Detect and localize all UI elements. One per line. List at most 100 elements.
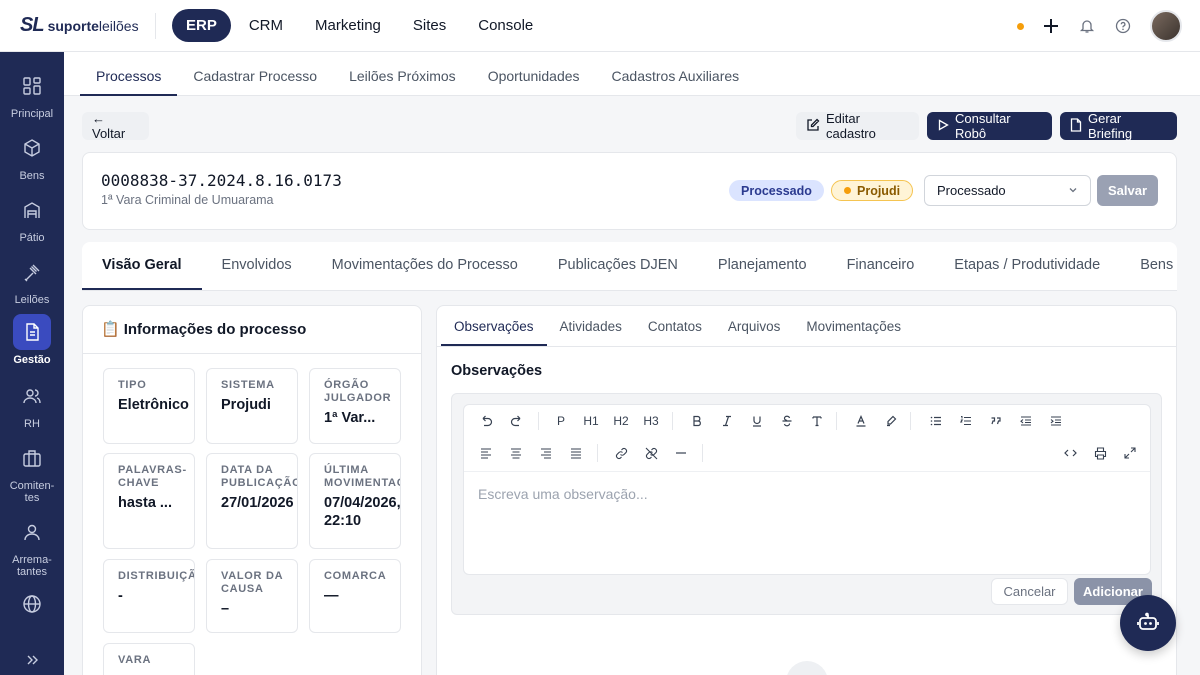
indent-icon[interactable] <box>1043 409 1069 433</box>
subnav-leiloes-proximos[interactable]: Leilões Próximos <box>333 52 472 96</box>
field-value: - <box>118 588 123 604</box>
briefing-button[interactable]: Gerar Briefing <box>1060 111 1177 141</box>
divider <box>83 353 421 354</box>
cancel-button[interactable]: Cancelar <box>991 578 1068 605</box>
tab-movimentacoes[interactable]: Movimentações <box>793 306 914 346</box>
brand-mark: SL <box>20 14 45 36</box>
sidebar-item-bens[interactable]: Bens <box>0 130 64 182</box>
sidebar-item-label: RH <box>24 418 40 430</box>
tab-planejamento[interactable]: Planejamento <box>698 242 827 290</box>
sidebar-item-label: Gestão <box>13 354 51 366</box>
field-label: VALOR DA CAUSA <box>221 570 284 595</box>
tab-publicacoes-djen[interactable]: Publicações DJEN <box>538 242 698 290</box>
tab-financeiro[interactable]: Financeiro <box>827 242 935 290</box>
tab-observacoes[interactable]: Observações <box>441 306 547 346</box>
align-right-icon[interactable] <box>533 441 559 465</box>
topnav-crm[interactable]: CRM <box>235 9 297 42</box>
underline-icon[interactable] <box>744 409 770 433</box>
subnav-cadastrar-processo[interactable]: Cadastrar Processo <box>177 52 333 96</box>
topnav-sites[interactable]: Sites <box>399 9 460 42</box>
heading2-button[interactable]: H2 <box>608 409 634 433</box>
sidebar-item-sites[interactable] <box>0 586 64 626</box>
tab-visao-geral[interactable]: Visão Geral <box>82 242 202 290</box>
status-select[interactable]: Processado <box>924 175 1091 206</box>
quote-icon[interactable] <box>983 409 1009 433</box>
sidebar-item-leiloes[interactable]: Leilões <box>0 254 64 306</box>
chevron-down-icon <box>1068 183 1078 198</box>
sidebar-item-rh[interactable]: RH <box>0 378 64 430</box>
bell-icon[interactable] <box>1078 17 1096 35</box>
brand-logo[interactable]: SL suporteleilões <box>20 14 155 37</box>
avatar[interactable] <box>1150 10 1182 42</box>
warehouse-icon <box>13 192 51 228</box>
heading1-button[interactable]: H1 <box>578 409 604 433</box>
back-button[interactable]: ← Voltar <box>82 111 149 141</box>
divider <box>597 444 598 462</box>
process-number: 0008838-37.2024.8.16.0173 <box>101 171 342 190</box>
link-icon[interactable] <box>608 441 634 465</box>
topnav-erp[interactable]: ERP <box>172 9 231 42</box>
field-label: TIPO <box>118 379 147 391</box>
strikethrough-icon[interactable] <box>774 409 800 433</box>
help-icon[interactable] <box>1114 17 1132 35</box>
tab-arquivos[interactable]: Arquivos <box>715 306 794 346</box>
subnav-oportunidades[interactable]: Oportunidades <box>472 52 596 96</box>
divider <box>538 412 539 430</box>
sidebar-item-principal[interactable]: Principal <box>0 68 64 120</box>
subnav-cadastros-auxiliares[interactable]: Cadastros Auxiliares <box>596 52 756 96</box>
process-court: 1ª Vara Criminal de Umuarama <box>101 193 274 207</box>
fullscreen-icon[interactable] <box>1117 441 1143 465</box>
ordered-list-icon[interactable] <box>953 409 979 433</box>
text-color-icon[interactable] <box>848 409 874 433</box>
tab-bens[interactable]: Bens v <box>1120 242 1177 290</box>
topnav-marketing[interactable]: Marketing <box>301 9 395 42</box>
field-label: VARA <box>118 654 152 666</box>
brand-name-light: leilões <box>98 17 139 34</box>
edit-button[interactable]: Editar cadastro <box>796 111 919 141</box>
paragraph-button[interactable]: P <box>548 409 574 433</box>
robot-button[interactable]: Consultar Robô <box>927 111 1052 141</box>
align-left-icon[interactable] <box>473 441 499 465</box>
sidebar-item-comitentes[interactable]: Comiten- tes <box>0 440 64 504</box>
info-title: 📋 Informações do processo <box>101 320 306 339</box>
tab-envolvidos[interactable]: Envolvidos <box>202 242 312 290</box>
sidebar-item-gestao[interactable]: Gestão <box>0 314 64 366</box>
redo-icon[interactable] <box>504 409 530 433</box>
align-center-icon[interactable] <box>503 441 529 465</box>
heading3-button[interactable]: H3 <box>638 409 664 433</box>
undo-icon[interactable] <box>473 409 499 433</box>
subnav-processos[interactable]: Processos <box>80 52 178 96</box>
field-label: DISTRIBUIÇÃO <box>118 570 194 582</box>
tab-atividades[interactable]: Atividades <box>547 306 635 346</box>
unlink-icon[interactable] <box>638 441 664 465</box>
bullet-list-icon[interactable] <box>923 409 949 433</box>
sidebar-item-label: Comiten- tes <box>9 480 55 504</box>
sidebar-item-label: Arrema- tantes <box>12 554 52 578</box>
save-button[interactable]: Salvar <box>1097 175 1158 206</box>
assistant-bot-button[interactable] <box>1120 595 1176 651</box>
outdent-icon[interactable] <box>1013 409 1039 433</box>
editor-text-area[interactable]: Escreva uma observação... <box>464 471 1150 575</box>
sidebar-expand-button[interactable] <box>0 642 64 675</box>
grid-icon <box>13 68 51 104</box>
globe-icon <box>13 586 51 622</box>
sidebar-item-arrematantes[interactable]: Arrema- tantes <box>0 514 64 578</box>
system-badge-label: Projudi <box>857 183 901 198</box>
italic-icon[interactable] <box>714 409 740 433</box>
clear-format-icon[interactable] <box>804 409 830 433</box>
field-label: COMARCA <box>324 570 387 582</box>
plus-icon[interactable] <box>1042 17 1060 35</box>
topnav-console[interactable]: Console <box>464 9 547 42</box>
code-icon[interactable] <box>1057 441 1083 465</box>
sidebar-item-patio[interactable]: Pátio <box>0 192 64 244</box>
highlight-icon[interactable] <box>878 409 904 433</box>
tab-contatos[interactable]: Contatos <box>635 306 715 346</box>
print-icon[interactable] <box>1087 441 1113 465</box>
bold-icon[interactable] <box>684 409 710 433</box>
align-justify-icon[interactable] <box>563 441 589 465</box>
field-label: ÚLTIMA MOVIMENTAÇÃO <box>324 464 400 489</box>
tab-etapas-produtividade[interactable]: Etapas / Produtividade <box>934 242 1120 290</box>
horizontal-rule-icon[interactable] <box>668 441 694 465</box>
tab-movimentacoes-processo[interactable]: Movimentações do Processo <box>312 242 538 290</box>
field-palavras-chave: PALAVRAS- CHAVE hasta ... <box>103 453 195 549</box>
